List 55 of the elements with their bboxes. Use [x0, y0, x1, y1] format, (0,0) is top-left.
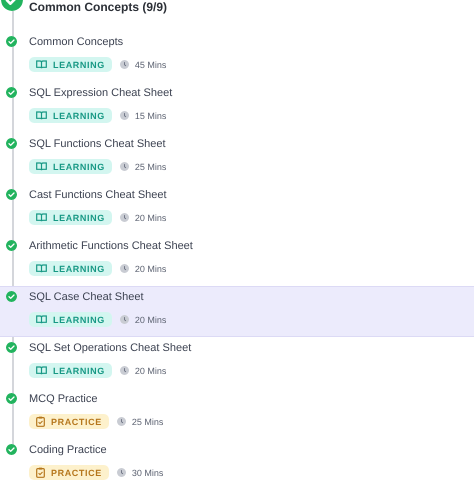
clock-icon — [120, 60, 129, 69]
lesson-title: Common Concepts — [29, 36, 124, 48]
lesson-item[interactable]: SQL Expression Cheat Sheet LEARNING 15 Mins — [0, 82, 474, 133]
lesson-item[interactable]: Common Concepts LEARNING 45 Mins — [0, 31, 474, 82]
book-icon — [36, 315, 47, 324]
badge-label: LEARNING — [53, 60, 105, 70]
badge-label: PRACTICE — [51, 416, 102, 426]
lesson-item[interactable]: MCQ Practice PRACTICE 25 Mins — [0, 388, 474, 439]
lesson-item[interactable]: Coding Practice PRACTICE 30 Mins — [0, 439, 474, 488]
book-icon — [36, 60, 47, 69]
duration: 20 Mins — [134, 366, 166, 376]
clock-icon — [120, 213, 129, 222]
lesson-title: MCQ Practice — [29, 393, 98, 405]
section-title: Common Concepts (9/9) — [29, 0, 168, 14]
duration: 30 Mins — [132, 468, 164, 478]
lesson-title: Arithmetic Functions Cheat Sheet — [29, 240, 193, 252]
badge-label: LEARNING — [53, 314, 105, 324]
lesson-title: SQL Case Cheat Sheet — [29, 291, 145, 303]
lesson-item[interactable]: SQL Case Cheat Sheet LEARNING 20 Mins — [0, 286, 474, 337]
lesson-item[interactable]: SQL Set Operations Cheat Sheet LEARNING 20 Mins — [0, 337, 474, 388]
lesson-item[interactable]: Cast Functions Cheat Sheet LEARNING 20 Mins — [0, 184, 474, 235]
clock-icon — [116, 417, 126, 426]
duration: 15 Mins — [134, 110, 166, 120]
lesson-title: SQL Functions Cheat Sheet — [29, 138, 166, 150]
lesson-title: Coding Practice — [29, 444, 108, 456]
lesson-title: SQL Expression Cheat Sheet — [29, 87, 172, 99]
badge-label: LEARNING — [53, 110, 105, 120]
clipboard-icon — [36, 467, 45, 478]
duration: 25 Mins — [134, 162, 166, 172]
clock-icon — [120, 315, 129, 324]
duration: 25 Mins — [132, 416, 164, 426]
lesson-item[interactable]: SQL Functions Cheat Sheet LEARNING 25 Mins — [0, 133, 474, 184]
lesson-title: SQL Set Operations Cheat Sheet — [29, 342, 192, 354]
duration: 45 Mins — [134, 60, 166, 70]
clock-icon — [120, 264, 129, 273]
badge-label: LEARNING — [53, 162, 105, 172]
book-icon — [36, 111, 47, 120]
clock-icon — [120, 111, 129, 120]
badge-label: LEARNING — [53, 366, 105, 376]
book-icon — [36, 162, 47, 171]
clock-icon — [120, 366, 129, 375]
book-icon — [36, 264, 47, 273]
book-icon — [36, 213, 47, 222]
clipboard-icon — [36, 416, 45, 427]
book-icon — [36, 366, 47, 375]
duration: 20 Mins — [134, 212, 166, 222]
badge-label: PRACTICE — [51, 468, 102, 478]
clock-icon — [120, 162, 129, 171]
duration: 20 Mins — [134, 314, 166, 324]
lesson-item[interactable]: Arithmetic Functions Cheat Sheet LEARNING 20 Mins — [0, 235, 474, 286]
clock-icon — [116, 468, 126, 477]
badge-label: LEARNING — [53, 264, 105, 274]
badge-label: LEARNING — [53, 212, 105, 222]
lesson-title: Cast Functions Cheat Sheet — [29, 189, 167, 201]
duration: 20 Mins — [134, 264, 166, 274]
